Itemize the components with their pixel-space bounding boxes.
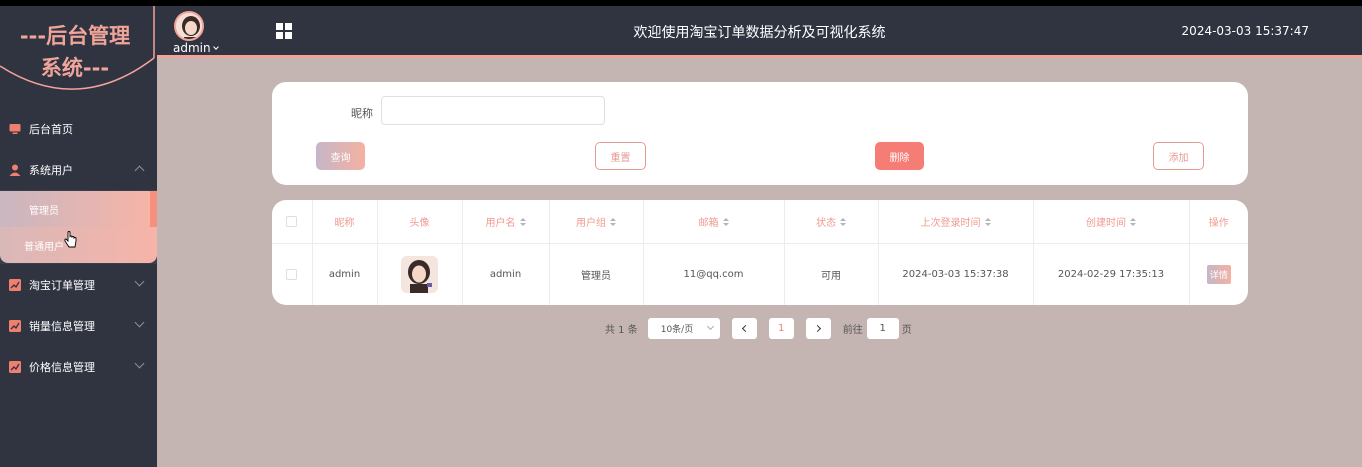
sidebar-subitem-normal-user[interactable]: 普通用户	[0, 227, 157, 263]
detail-button[interactable]: 详情	[1206, 264, 1231, 284]
avatar-portrait-icon	[401, 255, 438, 293]
username: admin	[173, 41, 211, 55]
chevron-up-icon	[134, 165, 145, 176]
query-button[interactable]: 查询	[316, 142, 365, 170]
sidebar-menu: 后台首页 系统用户 管理员 普通用户 淘宝订单管理 销量信息管理 价格信息管理	[0, 108, 157, 387]
column-header-status[interactable]: 状态	[784, 200, 879, 244]
cell-action: 详情	[1189, 243, 1248, 305]
sidebar-item-system-users[interactable]: 系统用户	[0, 149, 157, 190]
sidebar-item-label: 淘宝订单管理	[29, 278, 95, 292]
logo-line-1: ---后台管理	[19, 24, 131, 48]
chevron-down-icon	[134, 276, 145, 287]
sidebar-item-sales-info[interactable]: 销量信息管理	[0, 305, 157, 346]
header-datetime: 2024-03-03 15:37:47	[1181, 24, 1309, 38]
sort-icon[interactable]	[519, 218, 526, 227]
sidebar: ---后台管理 系统--- 后台首页 系统用户 管理员 普通用户 淘宝订单管理 …	[0, 6, 157, 467]
goto-page-input[interactable]: 1	[866, 318, 899, 339]
monitor-icon	[9, 123, 21, 134]
cell-last-login: 2024-03-03 15:37:38	[878, 243, 1034, 305]
users-table: 昵称 头像 用户名 用户组 邮箱 状态 上次登录时间 创建时间 操作 admin	[272, 200, 1248, 305]
sidebar-subitem-admin[interactable]: 管理员	[0, 191, 150, 227]
avatar	[401, 255, 438, 293]
search-panel: 昵称 查询 重置 删除 添加	[272, 82, 1248, 185]
sidebar-item-label: 后台首页	[29, 122, 73, 136]
column-header-avatar: 头像	[377, 200, 463, 244]
reset-button[interactable]: 重置	[595, 142, 646, 170]
sidebar-item-price-info[interactable]: 价格信息管理	[0, 346, 157, 387]
goto-label: 前往	[842, 325, 863, 336]
page-number-current[interactable]: 1	[768, 318, 794, 339]
sidebar-item-label: 系统用户	[29, 163, 73, 177]
column-header-created[interactable]: 创建时间	[1033, 200, 1190, 244]
top-header: admin 欢迎使用淘宝订单数据分析及可视化系统 2024-03-03 15:3…	[157, 6, 1362, 58]
add-button[interactable]: 添加	[1153, 142, 1204, 170]
chevron-down-icon	[134, 317, 145, 328]
submenu-system-users: 管理员 普通用户	[0, 190, 157, 264]
sort-icon[interactable]	[984, 218, 991, 227]
column-header-username[interactable]: 用户名	[462, 200, 550, 244]
nickname-input[interactable]	[381, 96, 605, 125]
cell-group: 管理员	[549, 243, 644, 305]
prev-page-button[interactable]	[731, 318, 757, 339]
sort-icon[interactable]	[840, 218, 846, 227]
column-header-nickname: 昵称	[312, 200, 378, 244]
chart-icon	[9, 278, 21, 291]
sidebar-item-label: 销量信息管理	[29, 319, 95, 333]
active-indicator	[150, 191, 157, 227]
cell-created: 2024-02-29 17:35:13	[1033, 243, 1190, 305]
sort-icon[interactable]	[1130, 218, 1136, 227]
column-header-last-login[interactable]: 上次登录时间	[878, 200, 1034, 244]
delete-button[interactable]: 删除	[875, 142, 924, 170]
goto-suffix: 页	[901, 325, 912, 336]
cell-avatar	[377, 243, 463, 305]
chevron-down-icon	[134, 358, 145, 369]
caret-down-icon	[212, 44, 219, 50]
pagination: 共 1 条 10条/页 1 前往 1 页	[605, 318, 912, 339]
page-size-value: 10条/页	[660, 325, 694, 335]
page-size-select[interactable]: 10条/页	[647, 318, 720, 339]
chart-icon	[9, 319, 21, 332]
cell-username: admin	[462, 243, 550, 305]
logo-line-2: 系统---	[40, 56, 110, 80]
user-icon	[9, 164, 21, 176]
chevron-down-icon	[706, 322, 714, 331]
chart-icon	[9, 360, 21, 373]
sidebar-item-taobao-orders[interactable]: 淘宝订单管理	[0, 264, 157, 305]
next-page-button[interactable]	[805, 318, 831, 339]
sidebar-subitem-label: 管理员	[29, 205, 59, 217]
sidebar-subitem-label: 普通用户	[24, 241, 64, 253]
cell-status: 可用	[784, 243, 879, 305]
select-all-checkbox[interactable]	[286, 215, 298, 227]
logo-area: ---后台管理 系统---	[0, 6, 157, 102]
nickname-label: 昵称	[351, 107, 373, 120]
logo-text: ---后台管理 系统---	[0, 20, 150, 84]
user-menu[interactable]: admin	[173, 41, 219, 55]
pagination-total: 共 1 条	[605, 325, 638, 336]
users-table-panel: 昵称 头像 用户名 用户组 邮箱 状态 上次登录时间 创建时间 操作 admin	[272, 200, 1248, 305]
sidebar-item-home[interactable]: 后台首页	[0, 108, 157, 149]
sort-icon[interactable]	[610, 218, 616, 227]
hand-cursor-icon	[64, 231, 77, 248]
select-all-cell	[272, 200, 313, 244]
table-header-row: 昵称 头像 用户名 用户组 邮箱 状态 上次登录时间 创建时间 操作	[272, 200, 1248, 244]
column-header-email[interactable]: 邮箱	[643, 200, 785, 244]
table-row: admin admin 管理员 11@qq.com 可用 2024-03-03 …	[272, 243, 1248, 305]
sort-icon[interactable]	[722, 218, 729, 227]
row-checkbox[interactable]	[286, 268, 298, 280]
column-header-group[interactable]: 用户组	[549, 200, 644, 244]
sidebar-item-label: 价格信息管理	[29, 360, 95, 374]
column-header-action: 操作	[1189, 200, 1248, 244]
chevron-right-icon	[813, 324, 821, 333]
row-select-cell	[272, 243, 313, 305]
cell-nickname: admin	[312, 243, 378, 305]
cell-email: 11@qq.com	[643, 243, 785, 305]
chevron-left-icon	[741, 324, 749, 333]
app-window: ---后台管理 系统--- 后台首页 系统用户 管理员 普通用户 淘宝订单管理 …	[0, 6, 1362, 467]
